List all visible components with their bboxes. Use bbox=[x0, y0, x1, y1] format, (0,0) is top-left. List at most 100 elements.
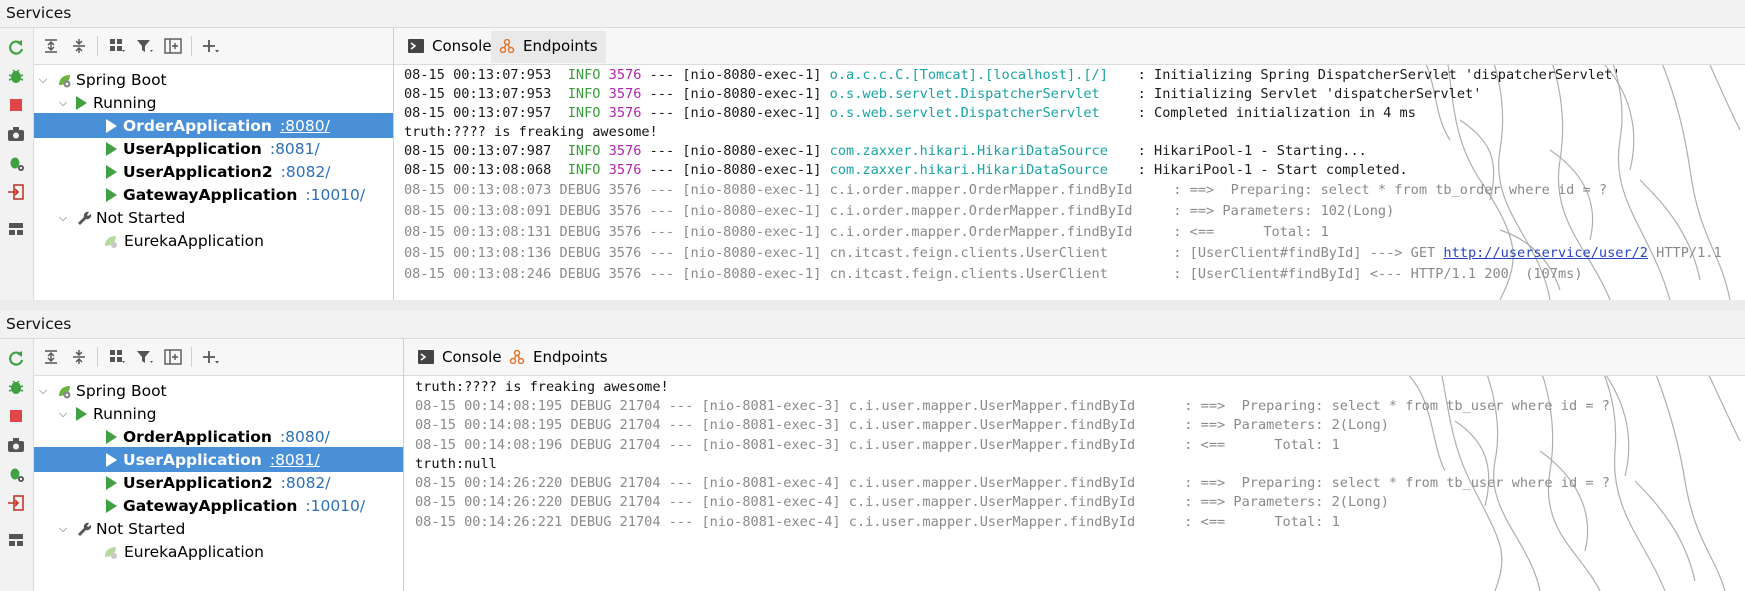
add-config-icon[interactable] bbox=[162, 35, 184, 57]
services-tree: ⌵ Spring Boot ⌵ Running OrderApplication… bbox=[34, 65, 393, 300]
log-line: truth:???? is freaking awesome! bbox=[415, 379, 669, 395]
tree-node-running[interactable]: ⌵ Running bbox=[34, 401, 403, 426]
login-icon[interactable] bbox=[5, 181, 27, 203]
add-icon[interactable] bbox=[200, 35, 222, 57]
tree-node-spring-boot[interactable]: ⌵ Spring Boot bbox=[34, 67, 393, 92]
app-port-link[interactable]: :10010/ bbox=[305, 186, 365, 204]
rerun-icon[interactable] bbox=[5, 36, 27, 58]
rerun-icon[interactable] bbox=[5, 347, 27, 369]
expand-all-icon[interactable] bbox=[40, 346, 62, 368]
stop-icon[interactable] bbox=[5, 94, 27, 116]
log-line: 08-15 00:13:07:953 INFO 3576 --- [nio-80… bbox=[404, 86, 1482, 102]
collapse-all-icon[interactable] bbox=[68, 35, 90, 57]
run-icon bbox=[106, 452, 117, 467]
debug-icon[interactable] bbox=[5, 65, 27, 87]
log-line: 08-15 00:13:07:957 INFO 3576 --- [nio-80… bbox=[404, 105, 1416, 121]
app-port-link[interactable]: :8080/ bbox=[280, 428, 330, 446]
app-port-link[interactable]: :8081/ bbox=[270, 451, 320, 469]
tree-node-user-application[interactable]: UserApplication :8081/ bbox=[34, 136, 393, 161]
layout-icon[interactable] bbox=[5, 218, 27, 240]
add-icon[interactable] bbox=[200, 346, 222, 368]
endpoints-icon bbox=[509, 350, 525, 364]
chevron-down-icon[interactable]: ⌵ bbox=[56, 407, 70, 421]
tree-node-gateway-application[interactable]: GatewayApplication :10010/ bbox=[34, 182, 393, 207]
console-output[interactable]: truth:???? is freaking awesome! 08-15 00… bbox=[415, 377, 1745, 591]
layout-icon[interactable] bbox=[5, 529, 27, 551]
log-line: truth:???? is freaking awesome! bbox=[404, 124, 658, 140]
tool-window-title-bar: Services bbox=[0, 0, 1745, 28]
run-icon bbox=[106, 475, 117, 490]
group-icon[interactable] bbox=[106, 35, 128, 57]
add-config-icon[interactable] bbox=[162, 346, 184, 368]
console-output[interactable]: 08-15 00:13:07:953 INFO 3576 --- [nio-80… bbox=[404, 65, 1745, 300]
app-name: OrderApplication bbox=[123, 116, 272, 135]
stop-icon[interactable] bbox=[5, 405, 27, 427]
app-port-link[interactable]: :10010/ bbox=[305, 497, 365, 515]
tab-label: Console bbox=[432, 37, 492, 55]
panel-splitter[interactable] bbox=[393, 28, 394, 300]
app-name: UserApplication2 bbox=[123, 473, 273, 492]
tab-label: Console bbox=[442, 348, 502, 366]
services-tree: ⌵ Spring Boot ⌵ Running OrderApplication… bbox=[34, 376, 403, 591]
tree-node-spring-boot[interactable]: ⌵ Spring Boot bbox=[34, 378, 403, 403]
log-line: 08-15 00:13:08:073 DEBUG 3576 --- [nio-8… bbox=[404, 182, 1608, 198]
log-line: 08-15 00:13:08:136 DEBUG 3576 --- [nio-8… bbox=[404, 245, 1722, 261]
snapshot-icon[interactable] bbox=[5, 123, 27, 145]
collapse-all-icon[interactable] bbox=[68, 346, 90, 368]
tree-node-user-application2[interactable]: UserApplication2 :8082/ bbox=[34, 470, 403, 495]
chevron-down-icon[interactable]: ⌵ bbox=[36, 73, 50, 87]
debug-settings-icon[interactable] bbox=[5, 463, 27, 485]
chevron-down-icon[interactable]: ⌵ bbox=[56, 211, 70, 225]
tree-label-spring-boot: Spring Boot bbox=[76, 381, 167, 400]
services-panel-1: Services ⌵ Spring Boot ⌵ Running OrderAp… bbox=[0, 0, 1745, 300]
chevron-down-icon[interactable]: ⌵ bbox=[56, 96, 70, 110]
tree-node-not-started[interactable]: ⌵ Not Started bbox=[34, 205, 393, 230]
run-icon bbox=[106, 118, 117, 133]
tree-node-order-application[interactable]: OrderApplication :8080/ bbox=[34, 113, 393, 138]
app-port-link[interactable]: :8082/ bbox=[281, 474, 331, 492]
app-port-link[interactable]: :8081/ bbox=[270, 140, 320, 158]
group-icon[interactable] bbox=[106, 346, 128, 368]
log-line: 08-15 00:14:26:221 DEBUG 21704 --- [nio-… bbox=[415, 514, 1340, 530]
tab-console[interactable]: Console bbox=[410, 342, 510, 372]
request-url-link[interactable]: http://userservice/user/2 bbox=[1443, 245, 1648, 261]
tree-node-running[interactable]: ⌵ Running bbox=[34, 90, 393, 115]
app-name: GatewayApplication bbox=[123, 185, 298, 204]
tree-node-order-application[interactable]: OrderApplication :8080/ bbox=[34, 424, 403, 449]
tree-node-gateway-application[interactable]: GatewayApplication :10010/ bbox=[34, 493, 403, 518]
filter-icon[interactable] bbox=[134, 35, 156, 57]
run-icon bbox=[106, 498, 117, 513]
spring-leaf-icon bbox=[105, 546, 117, 559]
tree-label-not-started: Not Started bbox=[96, 208, 186, 227]
login-icon[interactable] bbox=[5, 492, 27, 514]
app-port-link[interactable]: :8082/ bbox=[281, 163, 331, 181]
log-line: 08-15 00:13:08:068 INFO 3576 --- [nio-80… bbox=[404, 162, 1408, 178]
debug-settings-icon[interactable] bbox=[5, 152, 27, 174]
wrench-icon bbox=[78, 522, 92, 536]
filter-icon[interactable] bbox=[134, 346, 156, 368]
run-icon bbox=[106, 164, 117, 179]
app-name: GatewayApplication bbox=[123, 496, 298, 515]
chevron-down-icon[interactable]: ⌵ bbox=[36, 384, 50, 398]
debug-icon[interactable] bbox=[5, 376, 27, 398]
tab-console[interactable]: Console bbox=[400, 31, 500, 61]
services-panel-2: Services ⌵ Spring Boot ⌵ Running OrderAp… bbox=[0, 311, 1745, 591]
chevron-down-icon[interactable]: ⌵ bbox=[56, 522, 70, 536]
run-icon bbox=[106, 429, 117, 444]
tab-endpoints[interactable]: Endpoints bbox=[491, 31, 606, 63]
tree-node-eureka-application[interactable]: EurekaApplication bbox=[34, 228, 393, 253]
tree-node-user-application2[interactable]: UserApplication2 :8082/ bbox=[34, 159, 393, 184]
expand-all-icon[interactable] bbox=[40, 35, 62, 57]
tab-endpoints[interactable]: Endpoints bbox=[501, 342, 616, 372]
tool-window-title: Services bbox=[6, 4, 72, 22]
app-name: UserApplication2 bbox=[123, 162, 273, 181]
tree-node-eureka-application[interactable]: EurekaApplication bbox=[34, 539, 403, 564]
log-line: 08-15 00:13:07:987 INFO 3576 --- [nio-80… bbox=[404, 143, 1367, 159]
spring-leaf-icon bbox=[105, 235, 117, 248]
app-port-link[interactable]: :8080/ bbox=[280, 117, 330, 135]
snapshot-icon[interactable] bbox=[5, 434, 27, 456]
run-icon bbox=[76, 406, 87, 421]
tree-node-user-application[interactable]: UserApplication :8081/ bbox=[34, 447, 403, 472]
panel-splitter[interactable] bbox=[403, 339, 404, 591]
tree-node-not-started[interactable]: ⌵ Not Started bbox=[34, 516, 403, 541]
